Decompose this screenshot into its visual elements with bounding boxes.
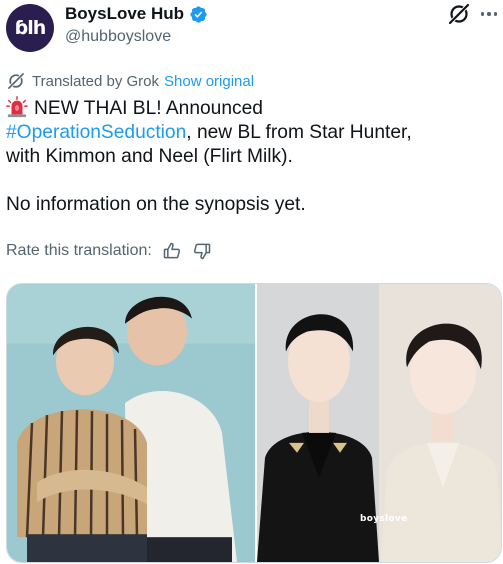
watermark-text: boyslove [360,514,408,524]
avatar-logo-text: ɓlh [14,17,47,39]
rate-translation-label: Rate this translation: [6,242,152,259]
grok-translate-icon [8,73,24,89]
tweet-text: NEW THAI BL! Announced #OperationSeducti… [6,96,503,217]
handle[interactable]: @hubboyslove [65,28,171,46]
media-grid[interactable]: boyslove [6,283,502,563]
tweet-line-1-text: NEW THAI BL! Announced [34,98,263,119]
translation-info: Translated by Grok Show original [6,71,254,91]
rotating-light-emoji [6,96,28,118]
thumbs-up-icon[interactable] [162,241,182,261]
tweet-line-3: with Kimmon and Neel (Flirt Milk). [6,146,293,167]
grok-icon[interactable] [447,2,471,26]
tweet-line-2-text: , new BL from Star Hunter, [186,122,412,143]
show-original-link[interactable]: Show original [164,73,254,90]
thumbs-down-icon[interactable] [192,241,212,261]
avatar[interactable]: ɓlh [6,4,54,52]
photo-couple[interactable] [7,284,255,562]
rate-translation-row: Rate this translation: [6,241,212,261]
author-name-row[interactable]: BoysLove Hub [65,4,208,24]
tweet-line-4: No information on the synopsis yet. [6,194,306,215]
hashtag-link[interactable]: #OperationSeduction [6,122,186,143]
tweet-line-2: #OperationSeduction, new BL from Star Hu… [6,121,503,145]
tweet-line-1: NEW THAI BL! Announced [6,96,503,121]
more-options-icon[interactable] [476,4,502,24]
photo-couple-image [7,284,255,562]
display-name[interactable]: BoysLove Hub [65,4,184,24]
verified-badge-icon [190,5,207,23]
translated-by-label: Translated by Grok [32,72,159,90]
